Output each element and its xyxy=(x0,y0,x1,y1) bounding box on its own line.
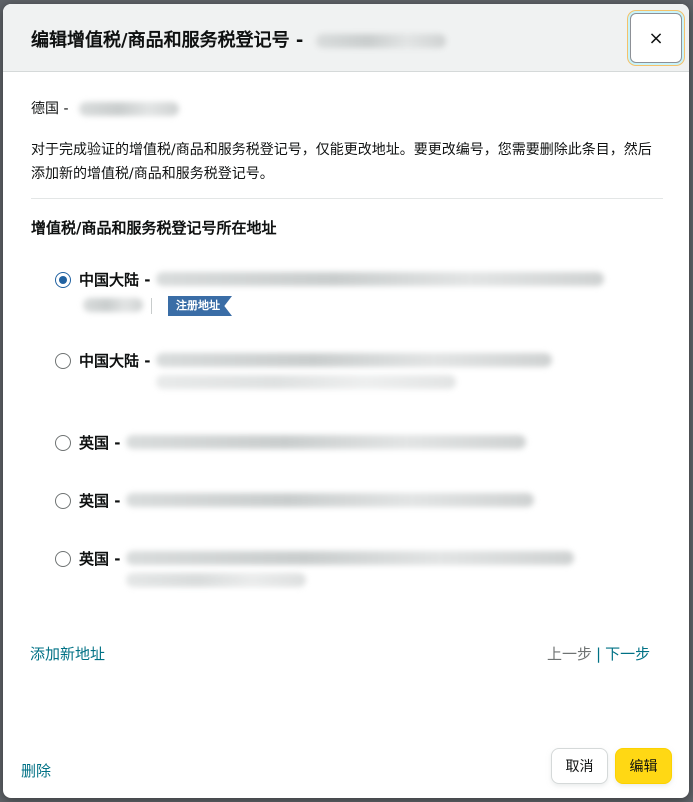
edit-vat-modal: 编辑增值税/商品和服务税登记号 - × 德国 - 对于完成验证的增值税/商品和服… xyxy=(3,4,689,798)
badge-row: 注册地址 xyxy=(151,296,232,316)
address-option-1[interactable]: 中国大陆 - xyxy=(55,269,605,290)
modal-header: 编辑增值税/商品和服务税登记号 - × xyxy=(3,4,689,72)
delete-link[interactable]: 删除 xyxy=(21,760,51,781)
redacted-address-text xyxy=(126,490,535,507)
address-option-2[interactable]: 中国大陆 - xyxy=(55,350,553,389)
close-button[interactable]: × xyxy=(630,13,682,63)
address-country-label: 英国 - xyxy=(79,550,121,568)
redacted-address-text xyxy=(126,548,575,587)
pager: 上一步 | 下一步 xyxy=(547,643,650,664)
redacted-address-text xyxy=(156,350,553,389)
divider xyxy=(31,198,663,199)
next-step-link[interactable]: 下一步 xyxy=(605,645,650,663)
registration-country: 德国 - xyxy=(31,98,179,118)
close-icon: × xyxy=(648,27,664,49)
address-country-label: 英国 - xyxy=(79,434,121,452)
address-country-label: 中国大陆 - xyxy=(79,271,151,289)
edit-button[interactable]: 编辑 xyxy=(615,748,672,784)
address-radio-1[interactable] xyxy=(55,272,71,288)
registered-address-badge: 注册地址 xyxy=(168,296,232,316)
redacted-address-text-line2 xyxy=(83,298,143,312)
add-new-address-link[interactable]: 添加新地址 xyxy=(30,643,105,664)
redacted-address-text xyxy=(156,269,605,286)
redacted-vat-number xyxy=(78,102,179,116)
pager-separator: | xyxy=(596,645,602,663)
address-country-label: 英国 - xyxy=(79,492,121,510)
prev-step-link[interactable]: 上一步 xyxy=(547,645,592,663)
address-radio-5[interactable] xyxy=(55,551,71,567)
modal-title-text: 编辑增值税/商品和服务税登记号 - xyxy=(31,30,304,51)
address-section-title: 增值税/商品和服务税登记号所在地址 xyxy=(31,219,277,237)
address-radio-2[interactable] xyxy=(55,353,71,369)
address-radio-3[interactable] xyxy=(55,435,71,451)
redacted-registration-number xyxy=(315,34,446,48)
address-country-label: 中国大陆 - xyxy=(79,352,151,370)
edit-notice: 对于完成验证的增值税/商品和服务税登记号，仅能更改地址。要更改编号，您需要删除此… xyxy=(31,142,652,182)
address-option-4[interactable]: 英国 - xyxy=(55,490,535,511)
redacted-address-text xyxy=(126,432,527,449)
address-option-5[interactable]: 英国 - xyxy=(55,548,575,587)
modal-title: 编辑增值税/商品和服务税登记号 - xyxy=(31,26,446,52)
address-radio-4[interactable] xyxy=(55,493,71,509)
badge-separator xyxy=(151,298,152,314)
address-option-3[interactable]: 英国 - xyxy=(55,432,527,453)
country-prefix: 德国 - xyxy=(31,101,69,117)
cancel-button[interactable]: 取消 xyxy=(551,748,608,784)
